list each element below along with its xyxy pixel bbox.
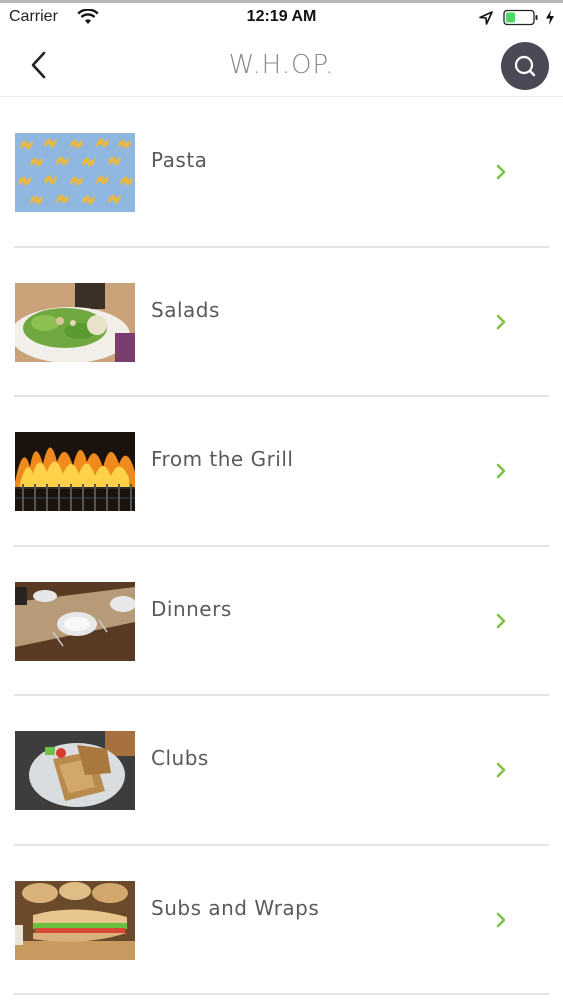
sub-sandwich-thumbnail xyxy=(15,880,135,960)
chevron-right-icon xyxy=(496,164,506,180)
category-row-from-the-grill[interactable]: From the Grill xyxy=(0,397,563,547)
row-divider xyxy=(14,993,549,995)
chevron-right-icon xyxy=(496,762,506,778)
club-sandwich-thumbnail xyxy=(15,731,135,810)
category-list: Pasta Salads From the Grill Dinners Club… xyxy=(0,98,563,995)
location-arrow-icon xyxy=(479,11,493,25)
category-row-clubs[interactable]: Clubs xyxy=(0,696,563,846)
charging-bolt-icon xyxy=(546,10,554,25)
category-label: Subs and Wraps xyxy=(151,895,320,920)
pasta-thumbnail xyxy=(15,133,135,212)
category-row-salads[interactable]: Salads xyxy=(0,248,563,397)
dinner-table-thumbnail xyxy=(15,581,135,661)
category-label: Salads xyxy=(151,297,220,322)
chevron-right-icon xyxy=(496,912,506,927)
chevron-right-icon xyxy=(496,613,506,628)
search-button[interactable] xyxy=(501,42,549,90)
category-row-subs-and-wraps[interactable]: Subs and Wraps xyxy=(0,846,563,995)
category-row-dinners[interactable]: Dinners xyxy=(0,547,563,696)
category-label: Pasta xyxy=(151,148,208,172)
category-label: Dinners xyxy=(151,596,232,621)
category-label: Clubs xyxy=(151,746,209,770)
status-bar: Carrier 12:19 AM xyxy=(0,0,563,36)
chevron-right-icon xyxy=(496,314,506,329)
salad-thumbnail xyxy=(15,282,135,362)
chevron-right-icon xyxy=(496,463,506,479)
navigation-bar: W.H.OP. xyxy=(0,36,563,97)
grill-thumbnail xyxy=(15,432,135,511)
category-label: From the Grill xyxy=(151,447,294,471)
category-row-pasta[interactable]: Pasta xyxy=(0,98,563,248)
battery-icon xyxy=(503,9,538,26)
page-title: W.H.OP. xyxy=(228,50,335,80)
search-icon xyxy=(514,55,536,77)
